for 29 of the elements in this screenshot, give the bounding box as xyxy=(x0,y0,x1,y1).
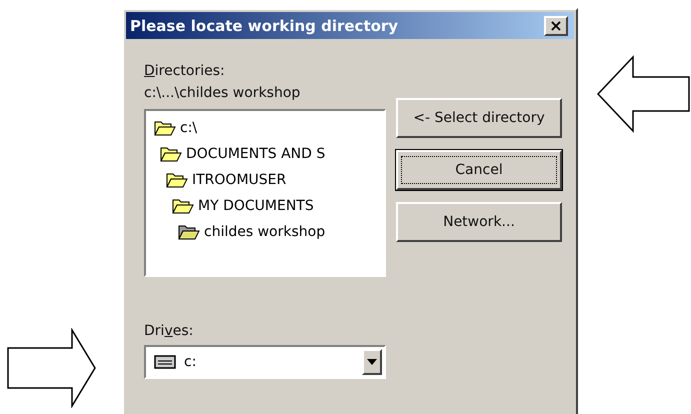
drive-value: c: xyxy=(184,354,198,370)
directory-item[interactable]: ITROOMUSER xyxy=(154,167,384,193)
directory-item[interactable]: DOCUMENTS AND S xyxy=(154,141,384,167)
directory-name: ITROOMUSER xyxy=(192,172,286,188)
dropdown-button[interactable] xyxy=(362,349,382,375)
directory-name: childes workshop xyxy=(204,224,326,240)
open-folder-icon xyxy=(160,146,182,162)
open-folder-icon xyxy=(154,120,176,136)
caret-icon xyxy=(367,359,377,365)
dialog-button[interactable]: Network... xyxy=(396,202,562,242)
close-button[interactable]: × xyxy=(544,16,568,36)
dialog-button[interactable]: Cancel xyxy=(396,150,562,190)
directory-name: DOCUMENTS AND S xyxy=(186,146,326,162)
drives-dropdown[interactable]: c: xyxy=(144,345,386,379)
directory-name: c:\ xyxy=(180,120,198,136)
dialog-button[interactable]: <- Select directory xyxy=(396,98,562,138)
drives-label: Drives: xyxy=(144,323,194,339)
open-folder-icon xyxy=(172,198,194,214)
left-arrow-icon xyxy=(597,55,691,133)
directories-label: Directories: xyxy=(144,63,226,79)
window-title: Please locate working directory xyxy=(130,16,398,34)
directory-item[interactable]: MY DOCUMENTS xyxy=(154,193,384,219)
drive-icon xyxy=(154,355,176,369)
directory-item[interactable]: c:\ xyxy=(154,115,384,141)
directory-name: MY DOCUMENTS xyxy=(198,198,314,214)
current-path: c:\...\childes workshop xyxy=(144,85,302,101)
open-folder-icon xyxy=(178,224,200,240)
directory-item[interactable]: childes workshop xyxy=(154,219,384,245)
open-folder-icon xyxy=(166,172,188,188)
